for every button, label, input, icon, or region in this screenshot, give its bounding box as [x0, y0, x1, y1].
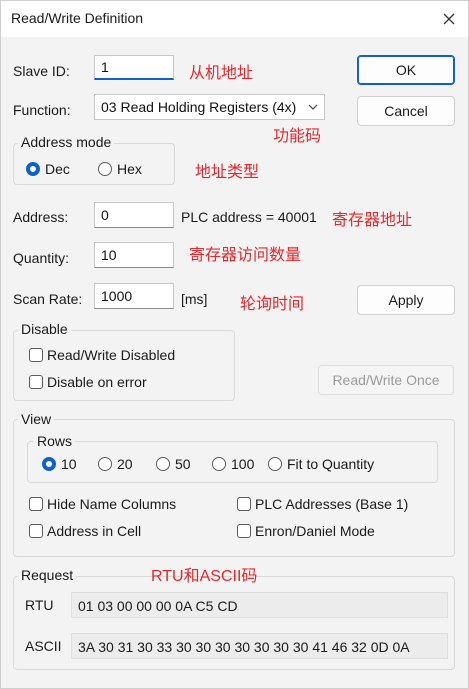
- rtu-value: 01 03 00 00 00 0A C5 CD: [78, 598, 238, 614]
- quantity-input[interactable]: [94, 242, 174, 268]
- address-mode-label: Address mode: [18, 134, 115, 150]
- cancel-button[interactable]: Cancel: [357, 96, 455, 126]
- hide-name-columns-label: Hide Name Columns: [47, 496, 177, 512]
- mode-dec-radio[interactable]: [26, 162, 40, 176]
- close-icon[interactable]: [437, 7, 461, 31]
- address-mode-annotation: 地址类型: [195, 164, 260, 181]
- disable-group: [13, 330, 235, 401]
- chevron-down-icon: [308, 104, 318, 110]
- ok-button[interactable]: OK: [357, 55, 455, 85]
- disable-group-label: Disable: [18, 321, 71, 337]
- read-write-disabled-checkbox[interactable]: [29, 348, 43, 362]
- mode-hex-label: Hex: [117, 161, 142, 177]
- function-select[interactable]: 03 Read Holding Registers (4x): [94, 94, 325, 120]
- scan-rate-input[interactable]: [94, 283, 174, 309]
- mode-dec-label: Dec: [45, 161, 70, 177]
- quantity-annotation: 寄存器访问数量: [189, 247, 302, 264]
- plc-addresses-label: PLC Addresses (Base 1): [255, 496, 409, 512]
- title-bar: Read/Write Definition: [1, 1, 468, 37]
- rows-100-label: 100: [231, 456, 255, 472]
- scan-rate-annotation: 轮询时间: [240, 296, 305, 313]
- quantity-label: Quantity:: [13, 250, 70, 266]
- ascii-label: ASCII: [25, 638, 62, 654]
- function-annotation: 功能码: [273, 128, 322, 145]
- apply-button[interactable]: Apply: [357, 285, 455, 315]
- enron-daniel-label: Enron/Daniel Mode: [255, 523, 375, 539]
- disable-on-error-label: Disable on error: [47, 374, 147, 390]
- rows-group-label: Rows: [34, 433, 76, 449]
- function-selected-value: 03 Read Holding Registers (4x): [101, 99, 297, 115]
- request-annotation: RTU和ASCII码: [151, 568, 258, 585]
- rows-fit-radio[interactable]: [268, 457, 282, 471]
- read-write-definition-dialog: Read/Write Definition Slave ID: 从机地址 OK …: [0, 0, 469, 689]
- address-annotation: 寄存器地址: [332, 212, 413, 229]
- mode-hex-radio[interactable]: [98, 162, 112, 176]
- rows-100-radio[interactable]: [212, 457, 226, 471]
- rows-50-label: 50: [175, 456, 191, 472]
- disable-on-error-checkbox[interactable]: [29, 375, 43, 389]
- request-group-label: Request: [18, 567, 77, 583]
- rows-fit-label: Fit to Quantity: [287, 456, 375, 472]
- plc-addresses-checkbox[interactable]: [237, 497, 251, 511]
- scan-rate-label: Scan Rate:: [13, 291, 83, 307]
- rtu-value-field: 01 03 00 00 00 0A C5 CD: [71, 592, 448, 618]
- address-input[interactable]: [94, 202, 174, 228]
- rows-20-radio[interactable]: [98, 457, 112, 471]
- plc-address-text: PLC address = 40001: [181, 209, 317, 225]
- ascii-value: 3A 30 31 30 33 30 30 30 30 30 30 30 41 4…: [78, 639, 410, 655]
- view-group-label: View: [18, 411, 55, 427]
- slave-id-annotation: 从机地址: [189, 65, 254, 82]
- enron-daniel-checkbox[interactable]: [237, 524, 251, 538]
- address-in-cell-checkbox[interactable]: [29, 524, 43, 538]
- address-in-cell-label: Address in Cell: [47, 523, 142, 539]
- address-label: Address:: [13, 209, 69, 225]
- read-write-disabled-label: Read/Write Disabled: [47, 347, 176, 363]
- slave-id-label: Slave ID:: [13, 63, 70, 79]
- rtu-label: RTU: [25, 597, 54, 613]
- hide-name-columns-checkbox[interactable]: [29, 497, 43, 511]
- slave-id-input[interactable]: [94, 55, 174, 80]
- scan-rate-unit: [ms]: [181, 291, 208, 307]
- window-title: Read/Write Definition: [11, 10, 144, 26]
- rows-20-label: 20: [117, 456, 133, 472]
- rows-50-radio[interactable]: [156, 457, 170, 471]
- rows-10-label: 10: [61, 456, 77, 472]
- ascii-value-field: 3A 30 31 30 33 30 30 30 30 30 30 30 41 4…: [71, 633, 448, 659]
- rows-10-radio[interactable]: [42, 457, 56, 471]
- read-write-once-button[interactable]: Read/Write Once: [318, 365, 454, 395]
- function-label: Function:: [13, 102, 71, 118]
